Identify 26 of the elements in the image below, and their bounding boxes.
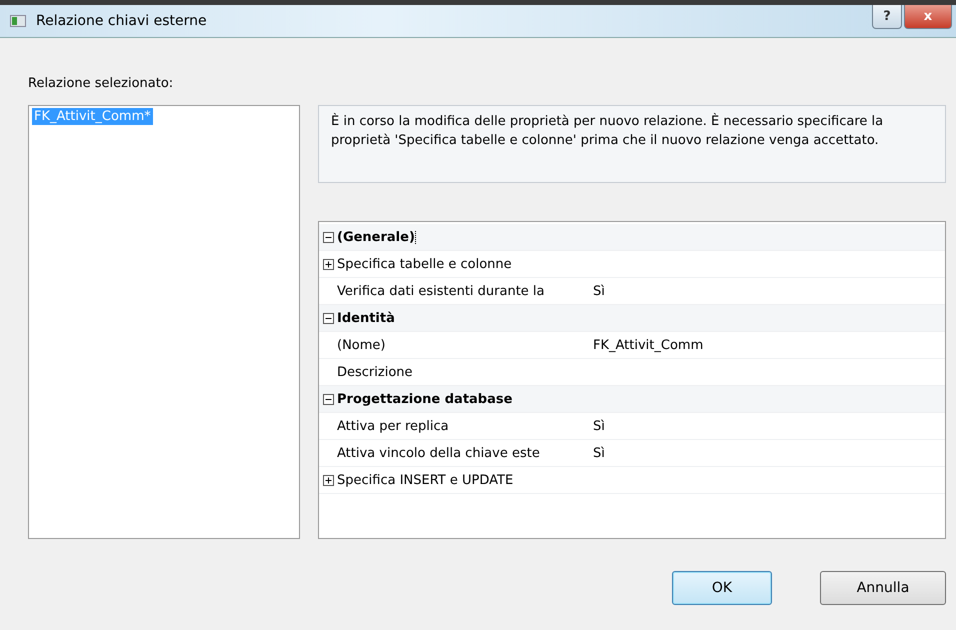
ok-button[interactable]: OK [672,571,772,605]
window-title: Relazione chiavi esterne [36,13,208,29]
category-label: (Generale) [337,230,415,244]
window-icon [10,15,26,27]
collapse-icon[interactable] [322,312,334,324]
property-value[interactable]: Sì [593,284,605,298]
property-value[interactable]: FK_Attivit_Comm [593,338,704,352]
collapse-icon[interactable] [322,394,334,404]
collapse-icon[interactable] [322,232,334,242]
property-value[interactable]: Sì [593,418,605,434]
property-name: Attiva vincolo della chiave este [337,446,540,460]
help-button[interactable]: ? [872,5,902,29]
property-name: Descrizione [337,364,413,380]
property-name: (Nome) [337,338,386,352]
property-name: Verifica dati esistenti durante la [337,284,545,298]
category-label: Progettazione database [337,392,512,406]
property-name: Attiva per replica [337,418,449,434]
property-value[interactable]: Sì [593,446,605,460]
property-name: Specifica tabelle e colonne [337,256,512,272]
category-label: Identità [337,310,395,326]
expand-icon[interactable] [322,474,334,486]
property-name: Specifica INSERT e UPDATE [337,472,514,488]
expand-icon[interactable] [322,258,334,270]
list-label: Relazione selezionato: [28,76,174,91]
description-text: È in corso la modifica delle proprietà per nuovo relazione. È necessario specificare la proprietà 'Specifica tabelle e colonne' prima che il nuovo relazione venga accettato. [318,105,946,183]
cancel-button[interactable]: Annulla [820,571,946,605]
